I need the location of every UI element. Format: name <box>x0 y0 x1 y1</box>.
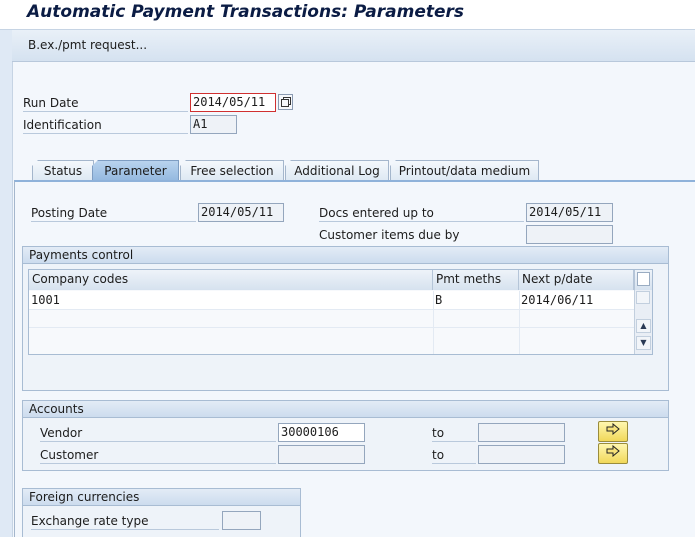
row-selector-box[interactable] <box>636 291 650 304</box>
identification-field[interactable]: A1 <box>190 115 237 134</box>
tab-free-selection[interactable]: Free selection <box>180 160 284 181</box>
tab-additional-log[interactable]: Additional Log <box>285 160 389 181</box>
customer-items-field[interactable] <box>526 225 613 244</box>
accounts-title: Accounts <box>23 401 668 418</box>
tab-printout-data-medium[interactable]: Printout/data medium <box>390 160 539 181</box>
tab-parameter[interactable]: Parameter <box>92 160 179 181</box>
scroll-up-icon[interactable]: ▲ <box>636 319 651 333</box>
payments-control-title: Payments control <box>23 247 668 264</box>
vendor-label: Vendor <box>40 425 276 442</box>
column-header-company-codes[interactable]: Company codes <box>29 270 433 290</box>
application-toolbar: B.ex./pmt request... <box>12 30 695 62</box>
vendor-to-field[interactable] <box>478 423 565 442</box>
table-settings-corner[interactable] <box>634 270 652 290</box>
cell-next-p-date[interactable]: 2014/06/11 <box>519 291 634 309</box>
tab-status[interactable]: Status <box>32 160 94 181</box>
cell-pmt-meths[interactable]: B <box>433 291 519 309</box>
foreign-currencies-title: Foreign currencies <box>23 489 300 506</box>
vendor-to-label: to <box>432 425 476 442</box>
column-header-next-p-date[interactable]: Next p/date <box>519 270 634 290</box>
title-bar: Automatic Payment Transactions: Paramete… <box>0 0 695 30</box>
page-title: Automatic Payment Transactions: Paramete… <box>27 2 465 22</box>
identification-label: Identification <box>23 117 188 134</box>
cell-company-code[interactable]: 1001 <box>29 291 433 309</box>
scroll-down-icon[interactable]: ▼ <box>636 336 651 350</box>
customer-from-field[interactable] <box>278 445 365 464</box>
table-row-empty[interactable] <box>29 327 634 354</box>
exchange-rate-type-field[interactable] <box>222 511 261 530</box>
customer-to-field[interactable] <box>478 445 565 464</box>
customer-label: Customer <box>40 447 276 464</box>
vendor-multiple-selection-arrow-icon[interactable] <box>598 421 628 442</box>
posting-date-label: Posting Date <box>31 205 196 222</box>
column-header-pmt-meths[interactable]: Pmt meths <box>433 270 519 290</box>
column-divider <box>433 291 434 354</box>
table-scrollbar[interactable]: ▲ ▼ <box>634 290 652 354</box>
calendar-icon[interactable] <box>278 94 293 110</box>
docs-entered-field[interactable]: 2014/05/11 <box>526 203 613 222</box>
docs-entered-label: Docs entered up to <box>319 205 524 222</box>
posting-date-field[interactable]: 2014/05/11 <box>198 203 284 222</box>
column-divider <box>519 291 520 354</box>
customer-items-label: Customer items due by <box>319 228 460 242</box>
run-date-label: Run Date <box>23 95 188 112</box>
customer-to-label: to <box>432 447 476 464</box>
customer-multiple-selection-arrow-icon[interactable] <box>598 443 628 464</box>
exchange-rate-type-label: Exchange rate type <box>31 513 219 530</box>
run-date-field[interactable]: 2014/05/11 <box>190 93 276 112</box>
table-row-empty[interactable] <box>29 309 634 327</box>
bex-pmt-request-button[interactable]: B.ex./pmt request... <box>28 38 147 52</box>
vendor-from-field[interactable]: 30000106 <box>278 423 365 442</box>
